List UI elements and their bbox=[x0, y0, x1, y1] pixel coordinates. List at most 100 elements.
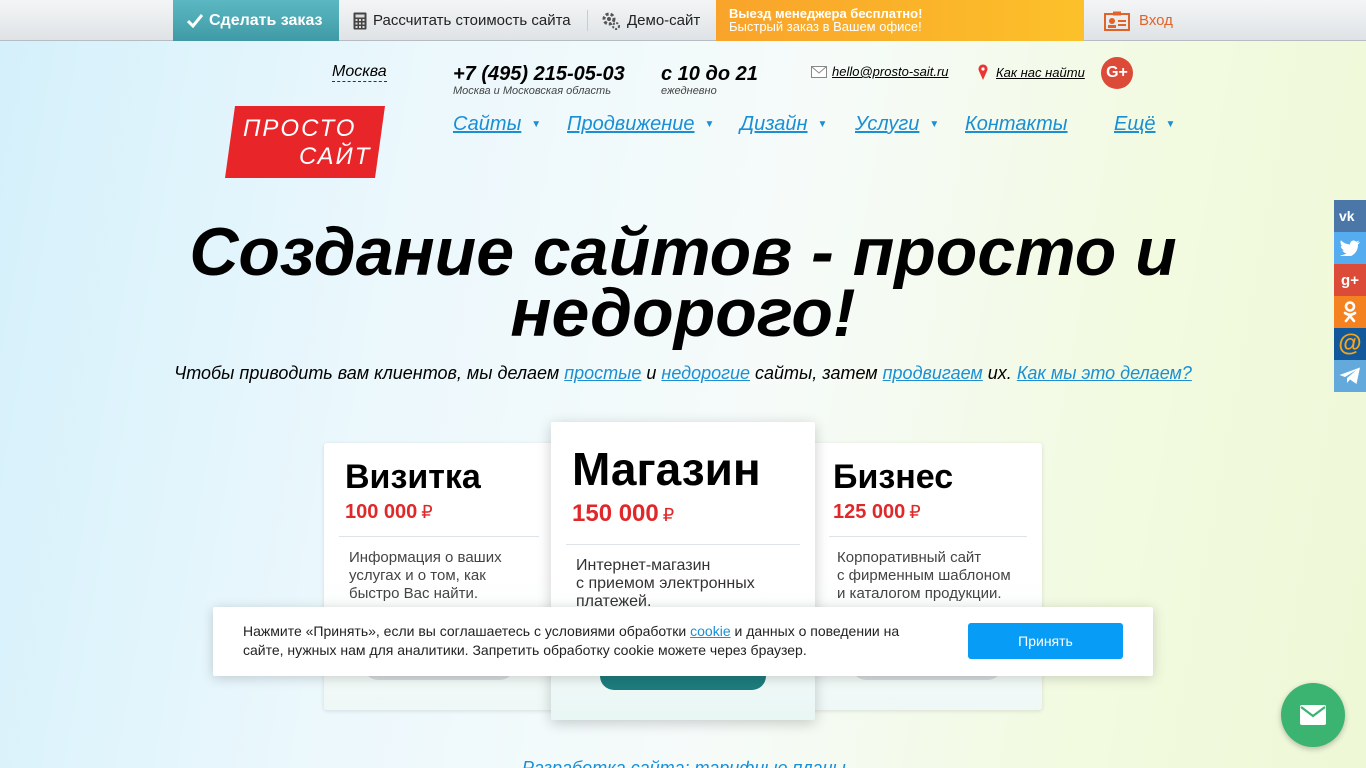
dropdown-arrow-icon: ▼ bbox=[817, 119, 828, 130]
nav-label: Контакты bbox=[965, 113, 1068, 135]
manager-visit-promo[interactable]: Выезд менеджера бесплатно! Быстрый заказ… bbox=[716, 0, 1084, 41]
plan-price: 100 000 ₽ bbox=[345, 501, 539, 524]
telegram-icon[interactable] bbox=[1334, 360, 1366, 392]
gplus-icon[interactable]: G+ bbox=[1101, 57, 1133, 89]
nav-item-sites[interactable]: Сайты ▼ bbox=[453, 113, 541, 136]
city-selector[interactable]: Москва bbox=[332, 63, 387, 82]
nav-item-contacts[interactable]: Контакты bbox=[965, 113, 1068, 136]
calc-cost-link[interactable]: Рассчитать стоимость сайта bbox=[353, 0, 571, 41]
hero-sub-text: и bbox=[646, 363, 657, 383]
odnoklassniki-icon[interactable] bbox=[1334, 296, 1366, 328]
site-logo[interactable]: ПРОСТО САЙТ bbox=[225, 106, 385, 178]
cookie-banner: Нажмите «Принять», если вы соглашаетесь … bbox=[213, 607, 1153, 676]
gear-icon bbox=[602, 12, 620, 30]
ruble-icon: ₽ bbox=[421, 502, 433, 522]
phone-number[interactable]: +7 (495) 215-05-03 bbox=[453, 63, 625, 85]
plan-description: Информация о ваших услугах и о том, как … bbox=[345, 549, 539, 603]
plan-price: 125 000 ₽ bbox=[833, 501, 1027, 524]
cookie-text: Нажмите «Принять», если вы соглашаетесь … bbox=[243, 622, 933, 660]
envelope-icon bbox=[1300, 705, 1326, 725]
svg-text:vk: vk bbox=[1339, 209, 1355, 223]
order-label: Сделать заказ bbox=[209, 11, 323, 29]
nav-item-promotion[interactable]: Продвижение ▼ bbox=[567, 113, 714, 136]
dropdown-arrow-icon: ▼ bbox=[1165, 119, 1176, 130]
hours-note: ежедневно bbox=[661, 85, 717, 97]
demo-site-link[interactable]: Демо-сайт bbox=[601, 0, 700, 41]
nav-item-design[interactable]: Дизайн ▼ bbox=[740, 113, 827, 136]
link-simple[interactable]: простые bbox=[564, 363, 641, 383]
login-link[interactable]: Вход bbox=[1104, 0, 1173, 41]
pricing-plans-link[interactable]: Разработка сайта: тарифные планы bbox=[522, 758, 846, 768]
hero-sub-text: Чтобы приводить вам клиентов, мы делаем bbox=[174, 363, 560, 383]
nav-item-services[interactable]: Услуги ▼ bbox=[855, 113, 939, 136]
hero-subtitle: Чтобы приводить вам клиентов, мы делаем … bbox=[100, 363, 1266, 384]
plan-desc-line: и каталогом продукции. bbox=[837, 585, 1002, 602]
divider bbox=[566, 544, 800, 545]
plan-description: Корпоративный сайт с фирменным шаблоном … bbox=[833, 549, 1027, 603]
nav-label: Сайты bbox=[453, 113, 522, 135]
dropdown-arrow-icon: ▼ bbox=[531, 119, 542, 130]
topbar-divider bbox=[587, 10, 588, 31]
plan-card-shop[interactable]: Магазин 150 000 ₽ Интернет-магазин с прие… bbox=[566, 442, 800, 611]
contact-mail-button[interactable] bbox=[1281, 683, 1345, 747]
cookie-policy-link[interactable]: cookie bbox=[690, 623, 730, 639]
nav-item-more[interactable]: Ещё ▼ bbox=[1114, 113, 1175, 136]
working-hours: с 10 до 21 bbox=[661, 63, 758, 85]
plan-description: Интернет-магазин с приемом электронных п… bbox=[572, 557, 800, 611]
plan-price-value: 125 000 bbox=[833, 501, 906, 523]
email-link[interactable]: hello@prosto-sait.ru bbox=[811, 64, 949, 79]
cookie-accept-button[interactable]: Принять bbox=[968, 623, 1123, 659]
plan-desc-line: услугах и о том, как bbox=[349, 567, 486, 584]
hours-block: с 10 до 21 ежедневно bbox=[661, 63, 758, 97]
dropdown-arrow-icon: ▼ bbox=[929, 119, 940, 130]
phone-note: Москва и Московская область bbox=[453, 85, 611, 97]
calc-cost-label: Рассчитать стоимость сайта bbox=[373, 12, 571, 29]
logo-line2: САЙТ bbox=[299, 142, 372, 170]
nav-label: Услуги bbox=[855, 113, 920, 135]
ruble-icon: ₽ bbox=[662, 505, 675, 525]
divider bbox=[829, 536, 1027, 537]
phone-block: +7 (495) 215-05-03 Москва и Московская о… bbox=[453, 63, 625, 97]
divider bbox=[339, 536, 539, 537]
twitter-icon[interactable] bbox=[1334, 232, 1366, 264]
find-us-link[interactable]: Как нас найти bbox=[978, 64, 1085, 80]
link-inexpensive[interactable]: недорогие bbox=[661, 363, 750, 383]
plan-button-shop[interactable] bbox=[600, 674, 766, 690]
map-pin-icon bbox=[978, 64, 988, 80]
plan-price: 150 000 ₽ bbox=[572, 500, 800, 528]
plan-price-value: 150 000 bbox=[572, 500, 659, 527]
logo-graphic: ПРОСТО САЙТ bbox=[225, 106, 385, 178]
plan-title: Визитка bbox=[345, 458, 481, 496]
id-card-icon bbox=[1104, 11, 1130, 31]
hero-sub-text: сайты, затем bbox=[755, 363, 878, 383]
envelope-icon bbox=[811, 65, 827, 78]
mail-ru-icon[interactable]: @ bbox=[1334, 328, 1366, 360]
promo-line2: Быстрый заказ в Вашем офисе! bbox=[729, 19, 922, 34]
top-bar: Сделать заказ Рассчитать стоимость сайта… bbox=[0, 0, 1366, 41]
link-how-we-do-it[interactable]: Как мы это делаем? bbox=[1017, 363, 1192, 383]
order-button[interactable]: Сделать заказ bbox=[173, 0, 339, 41]
plan-card-vizitka[interactable]: Визитка 100 000 ₽ Информация о ваших услу… bbox=[339, 458, 539, 603]
plan-desc-line: Информация о ваших bbox=[349, 549, 502, 566]
nav-label: Ещё bbox=[1114, 113, 1156, 135]
dropdown-arrow-icon: ▼ bbox=[704, 119, 715, 130]
plan-title: Бизнес bbox=[833, 458, 954, 496]
cookie-text-part: Нажмите «Принять», если вы соглашаетесь … bbox=[243, 623, 687, 639]
checkmark-icon bbox=[187, 13, 203, 28]
logo-line1: ПРОСТО bbox=[243, 115, 356, 142]
plan-title: Магазин bbox=[572, 443, 761, 495]
demo-site-label: Демо-сайт bbox=[627, 12, 701, 29]
plan-desc-line: с фирменным шаблоном bbox=[837, 567, 1011, 584]
calculator-icon bbox=[353, 12, 367, 29]
social-share-bar: vk g+ @ bbox=[1334, 200, 1366, 392]
plan-desc-line: Корпоративный сайт bbox=[837, 549, 982, 566]
vk-icon[interactable]: vk bbox=[1334, 200, 1366, 232]
link-promote[interactable]: продвигаем bbox=[883, 363, 983, 383]
gplus-share-icon[interactable]: g+ bbox=[1334, 264, 1366, 296]
plan-desc-line: быстро Вас найти. bbox=[349, 585, 479, 602]
find-us-label: Как нас найти bbox=[996, 64, 1085, 80]
ruble-icon: ₽ bbox=[909, 502, 921, 522]
login-label: Вход bbox=[1139, 12, 1173, 29]
plan-desc-line: с приемом электронных bbox=[576, 575, 755, 592]
plan-card-business[interactable]: Бизнес 125 000 ₽ Корпоративный сайт с фир… bbox=[829, 458, 1027, 603]
